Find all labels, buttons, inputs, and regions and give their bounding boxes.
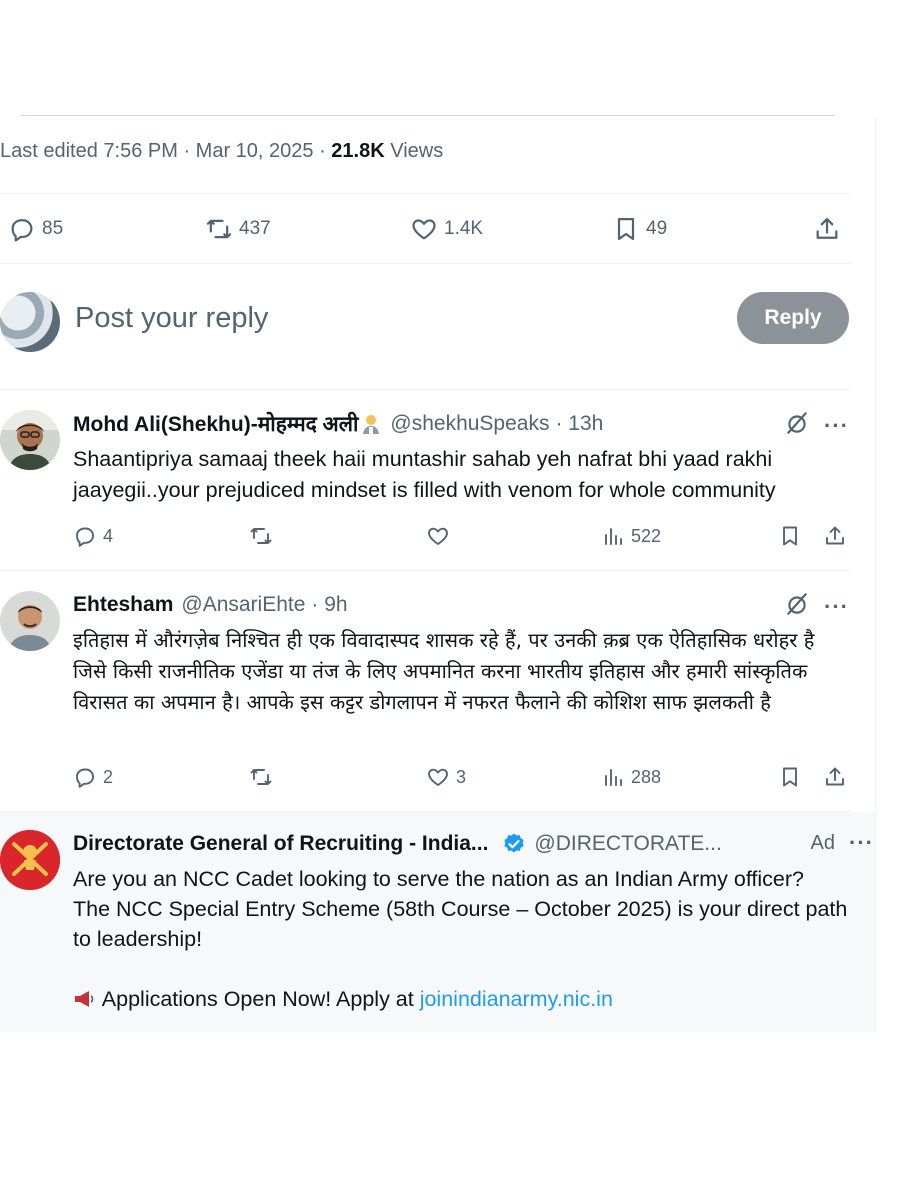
reply-count: 4	[103, 525, 114, 546]
tweet-header: Mohd Ali(Shekhu)-मोहम्मद अली @shekhuSpea…	[73, 410, 851, 438]
like-button[interactable]: 3	[426, 765, 466, 789]
tweet-actions: 2 3 288	[73, 765, 851, 795]
repost-button[interactable]	[249, 765, 273, 789]
views-count: 522	[631, 525, 662, 546]
megaphone-icon	[73, 986, 97, 1007]
share-button[interactable]	[823, 765, 847, 789]
grok-icon[interactable]	[784, 410, 810, 442]
reply-icon	[76, 768, 94, 788]
tweet-actions: 4 522	[73, 524, 851, 554]
repost-button[interactable]	[249, 524, 273, 548]
reply-input[interactable]: Post your reply	[75, 302, 268, 335]
views-button[interactable]: 288	[601, 765, 661, 789]
user-name[interactable]: Directorate General of Recruiting - Indi…	[73, 832, 488, 856]
ad-text-line: The NCC Special Entry Scheme (58th Cours…	[73, 897, 848, 951]
avatar[interactable]	[0, 830, 60, 890]
heart-icon	[412, 219, 436, 240]
ad-text-line: Applications Open Now! Apply at joinindi…	[73, 984, 851, 1014]
heart-icon	[428, 527, 448, 545]
post-thread: Last edited 7:56 PM · Mar 10, 2025 · 21.…	[0, 0, 876, 1032]
divider	[0, 389, 851, 390]
reply-button[interactable]: 2	[73, 765, 113, 789]
column-border	[875, 118, 876, 1032]
user-handle[interactable]: @shekhuSpeaks	[390, 412, 549, 436]
avatar[interactable]	[0, 410, 60, 470]
bookmark-icon	[617, 217, 635, 241]
share-icon	[826, 767, 844, 786]
reply-tweet[interactable]: Mohd Ali(Shekhu)-मोहम्मद अली @shekhuSpea…	[0, 392, 851, 570]
user-handle[interactable]: @DIRECTORATE...	[534, 832, 721, 856]
bookmark-icon	[783, 767, 797, 787]
repost-icon	[206, 219, 232, 239]
reply-count: 2	[103, 766, 114, 787]
bookmark-icon	[783, 526, 797, 546]
reply-tweet[interactable]: Ehtesham @AnsariEhte · 9h ··· इतिहास में…	[0, 573, 851, 811]
person-emoji-icon	[360, 413, 382, 435]
like-button[interactable]: 1.4K	[410, 215, 483, 243]
divider	[0, 570, 851, 571]
tweet-text: इतिहास में औरंगज़ेब निश्चित ही एक विवादा…	[73, 628, 815, 714]
share-icon	[816, 217, 838, 239]
reply-button[interactable]: 85	[8, 215, 63, 243]
repost-icon	[250, 528, 272, 544]
user-name[interactable]: Mohd Ali(Shekhu)-मोहम्मद अली	[73, 410, 358, 438]
reply-composer: Post your reply Reply	[0, 290, 851, 354]
more-icon[interactable]: ···	[824, 594, 849, 620]
bookmark-count: 49	[646, 218, 668, 239]
divider	[0, 263, 851, 264]
reply-count: 85	[42, 218, 64, 239]
verified-badge-icon	[502, 832, 526, 856]
tweet-text: Shaantipriya samaaj theek haii muntashir…	[73, 447, 776, 502]
tweet-header: Directorate General of Recruiting - Indi…	[73, 830, 876, 858]
ad-link[interactable]: joinindianarmy.nic.in	[420, 987, 613, 1011]
analytics-icon	[605, 528, 622, 545]
heart-icon	[428, 768, 448, 786]
grok-icon[interactable]	[784, 591, 810, 623]
bookmark-button[interactable]	[778, 524, 802, 548]
tweet-header: Ehtesham @AnsariEhte · 9h ···	[73, 591, 851, 619]
like-button[interactable]	[426, 524, 450, 548]
share-icon	[826, 526, 844, 545]
tweet-time[interactable]: · 13h	[555, 412, 603, 436]
repost-icon	[250, 769, 272, 785]
avatar[interactable]	[0, 591, 60, 651]
views-button[interactable]: 522	[601, 524, 661, 548]
ad-text-line: Are you an NCC Cadet looking to serve th…	[73, 867, 805, 891]
reply-icon	[11, 219, 33, 242]
reply-icon	[76, 527, 94, 547]
post-action-bar: 85 437 1.4K 49	[0, 205, 851, 257]
ad-label[interactable]: Ad	[811, 832, 835, 855]
tweet-text: Are you an NCC Cadet looking to serve th…	[73, 864, 851, 1014]
user-name[interactable]: Ehtesham	[73, 593, 173, 617]
reply-button[interactable]: 4	[73, 524, 113, 548]
post-edited-timestamp[interactable]: Last edited 7:56 PM · Mar 10, 2025 ·	[0, 140, 331, 162]
divider	[20, 115, 835, 116]
user-handle[interactable]: @AnsariEhte	[181, 593, 305, 617]
like-count: 1.4K	[444, 218, 484, 239]
share-button[interactable]	[813, 215, 841, 243]
analytics-icon	[605, 769, 622, 786]
bookmark-button[interactable]: 49	[612, 215, 667, 243]
post-meta: Last edited 7:56 PM · Mar 10, 2025 · 21.…	[0, 140, 443, 163]
bookmark-button[interactable]	[778, 765, 802, 789]
ad-cta-text: Applications Open Now! Apply at	[101, 987, 420, 1011]
views-count: 288	[631, 766, 662, 787]
avatar[interactable]	[0, 292, 60, 352]
repost-button[interactable]: 437	[205, 215, 271, 243]
views-label: Views	[384, 140, 444, 162]
more-icon[interactable]: ···	[824, 413, 849, 439]
views-count: 21.8K	[331, 140, 385, 162]
reply-submit-button[interactable]: Reply	[737, 292, 849, 344]
like-count: 3	[456, 766, 467, 787]
share-button[interactable]	[823, 524, 847, 548]
promoted-tweet[interactable]: Directorate General of Recruiting - Indi…	[0, 812, 876, 1032]
tweet-time[interactable]: · 9h	[311, 593, 347, 617]
divider	[0, 193, 851, 194]
more-icon[interactable]: ···	[849, 830, 874, 856]
repost-count: 437	[239, 218, 271, 239]
